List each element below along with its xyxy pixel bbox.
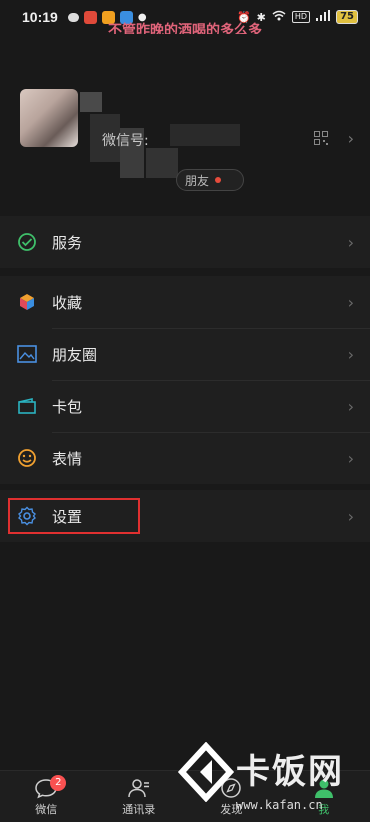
qr-code-icon[interactable] [314,130,328,145]
tab-contacts[interactable]: 通讯录 [93,771,186,822]
favorites-cube-icon [16,291,38,313]
chevron-right-icon: › [347,506,354,526]
tab-label: 微信 [35,802,58,816]
chevron-right-icon: › [347,448,354,468]
menu-label: 卡包 [52,397,83,416]
red-dot-icon [215,177,222,183]
menu-item-favorites[interactable]: 收藏 › [0,276,370,328]
wechat-id-label: 微信号: [102,133,149,149]
smiley-face-icon [16,447,38,469]
profile-header[interactable]: 微信号: › 朋友 [0,34,370,206]
chevron-right-icon: › [347,344,354,364]
menu-group-services: 服务 › [0,216,370,268]
menu-item-stickers[interactable]: 表情 › [0,432,370,484]
highlight-box [8,498,140,534]
card-wallet-icon [16,395,38,417]
tab-chats[interactable]: 2 微信 [0,771,93,822]
menu-group-main: 收藏 › 朋友圈 › 卡包 › 表情 › [0,276,370,484]
contacts-icon [128,778,149,797]
menu-item-services[interactable]: 服务 › [0,216,370,268]
unread-badge: 2 [50,775,67,791]
watermark-url: www.kafan.cn [236,798,323,812]
moments-picture-icon [16,343,38,365]
tab-label: 通讯录 [122,802,156,816]
chevron-right-icon: › [347,292,354,312]
status-button[interactable]: 朋友 [176,169,244,191]
menu-label: 服务 [52,233,83,252]
chevron-right-icon: › [347,232,354,252]
kafan-logo-icon [178,742,234,802]
watermark: 卡饭网 www.kafan.cn [178,742,364,820]
wechat-pay-icon [16,231,38,253]
menu-label: 收藏 [52,293,83,312]
menu-item-card-wallet[interactable]: 卡包 › [0,380,370,432]
chevron-right-icon: › [347,396,354,416]
menu-label: 表情 [52,449,83,468]
menu-item-moments[interactable]: 朋友圈 › [0,328,370,380]
status-label: 朋友 [185,173,210,188]
chevron-right-icon: › [347,129,354,148]
menu-label: 朋友圈 [52,345,98,364]
watermark-title: 卡饭网 [236,752,344,792]
